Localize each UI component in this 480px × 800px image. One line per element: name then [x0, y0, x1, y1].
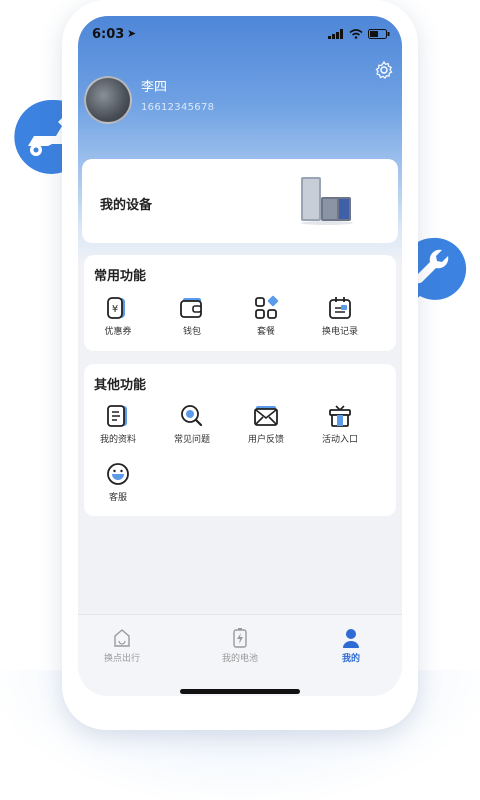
other-functions-title: 其他功能 — [94, 378, 147, 393]
wallet-item[interactable]: 钱包 — [160, 295, 224, 337]
person-icon — [343, 629, 359, 648]
settings-gear-icon[interactable] — [374, 60, 394, 80]
my-profile-item[interactable]: 我的资料 — [86, 403, 150, 445]
feedback-mail-icon — [254, 406, 278, 426]
gift-icon — [329, 405, 351, 427]
status-bar: 6:03 ➤ — [78, 16, 402, 54]
svg-text:¥: ¥ — [112, 304, 118, 315]
avatar[interactable] — [84, 76, 132, 124]
tab-travel[interactable]: 换点出行 — [87, 627, 157, 664]
wallet-label: 钱包 — [182, 327, 201, 337]
tab-battery[interactable]: 我的电池 — [205, 627, 275, 664]
home-indicator[interactable] — [180, 689, 300, 694]
swap-record-icon — [329, 297, 351, 319]
swap-record-label: 换电记录 — [321, 327, 358, 337]
status-time: 6:03 — [92, 27, 125, 42]
my-device-title: 我的设备 — [100, 198, 153, 213]
faq-label: 常见问题 — [173, 435, 210, 445]
swap-record-item[interactable]: 换电记录 — [308, 295, 372, 337]
tab-battery-label: 我的电池 — [221, 654, 258, 664]
customer-service-label: 客服 — [108, 493, 127, 503]
feedback-label: 用户反馈 — [247, 435, 284, 445]
activity-item[interactable]: 活动入口 — [308, 403, 372, 445]
customer-service-item[interactable]: 客服 — [86, 461, 150, 503]
battery-cabinet-image — [301, 177, 353, 225]
battery-icon — [233, 628, 247, 648]
package-icon — [255, 295, 279, 319]
home-icon — [114, 629, 130, 647]
battery-status-icon — [368, 29, 390, 39]
my-device-card[interactable]: 我的设备 — [82, 159, 398, 243]
package-label: 套餐 — [256, 327, 275, 337]
bottom-tab-bar: 换点出行 我的电池 我的 — [78, 614, 402, 696]
coupon-label: 优惠券 — [104, 327, 132, 337]
wifi-icon — [349, 29, 363, 39]
other-functions-card: 其他功能 我的资料 常见问题 用户反馈 活动入口 客服 — [84, 364, 396, 516]
user-name: 李四 — [141, 80, 168, 95]
feedback-item[interactable]: 用户反馈 — [234, 403, 298, 445]
customer-service-icon — [107, 463, 129, 485]
user-phone: 16612345678 — [141, 102, 215, 113]
signal-icon — [328, 29, 343, 39]
location-arrow-icon: ➤ — [127, 27, 137, 40]
package-item[interactable]: 套餐 — [234, 295, 298, 337]
coupon-item[interactable]: ¥ 优惠券 — [86, 295, 150, 337]
common-functions-card: 常用功能 ¥ 优惠券 钱包 套餐 换电记录 — [84, 255, 396, 351]
tab-mine-label: 我的 — [341, 654, 360, 664]
faq-search-icon — [181, 405, 203, 427]
profile-doc-icon — [107, 405, 127, 427]
activity-label: 活动入口 — [321, 435, 358, 445]
common-functions-title: 常用功能 — [94, 269, 147, 284]
coupon-icon: ¥ — [107, 297, 125, 319]
tab-travel-label: 换点出行 — [103, 654, 140, 664]
my-profile-label: 我的资料 — [99, 435, 136, 445]
wallet-icon — [180, 298, 202, 318]
tab-mine[interactable]: 我的 — [316, 627, 386, 664]
app-screen: 6:03 ➤ 李四 16612345678 我的设备 常用功能 ¥ 优惠券 钱包… — [78, 16, 402, 696]
faq-item[interactable]: 常见问题 — [160, 403, 224, 445]
